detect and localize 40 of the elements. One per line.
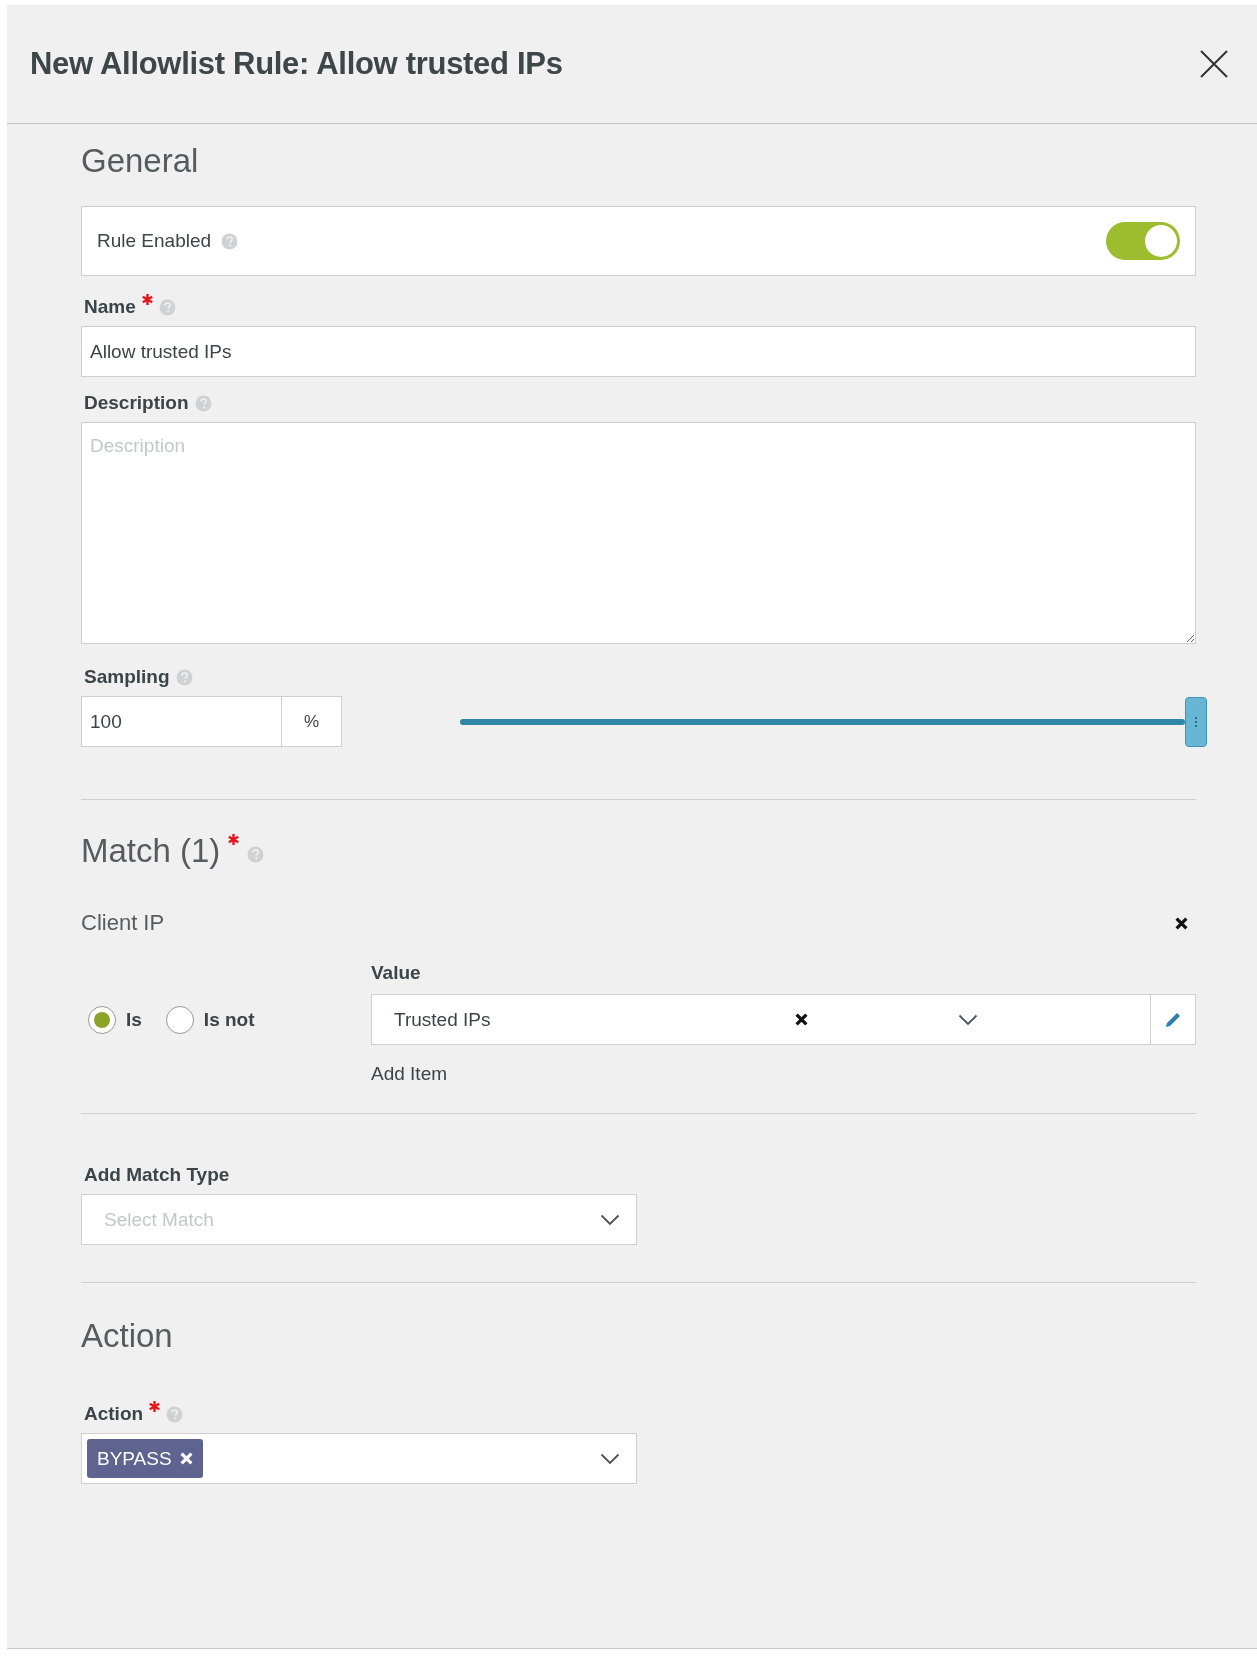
close-icon — [1199, 49, 1229, 79]
chevron-down-icon[interactable] — [600, 1452, 620, 1465]
radio-option[interactable]: Is not — [165, 1005, 255, 1034]
radio-option[interactable]: Is — [88, 1005, 142, 1034]
slider-handle[interactable] — [1185, 696, 1207, 747]
help-icon — [175, 668, 193, 686]
chevron-down-icon[interactable] — [958, 1013, 978, 1026]
field-label: Value — [371, 962, 422, 984]
radio-button[interactable] — [88, 1005, 116, 1034]
help-icon — [158, 298, 176, 316]
chevron-down-icon[interactable] — [600, 1213, 620, 1226]
add-item-link[interactable]: Add Item — [371, 1063, 448, 1085]
clear-icon[interactable] — [795, 1013, 808, 1026]
section-heading: General — [81, 142, 199, 180]
selected-value: Trusted IPs — [394, 1008, 492, 1031]
sampling-field[interactable]: 100 % — [81, 696, 342, 747]
remove-icon[interactable] — [1175, 916, 1188, 930]
help-icon — [194, 394, 212, 412]
field-label: Name — [84, 296, 136, 318]
value-select[interactable]: Trusted IPs — [371, 994, 1196, 1045]
text-field[interactable]: Allow trusted IPs — [81, 326, 1196, 377]
select-placeholder: Select Match — [103, 1208, 215, 1231]
help-icon — [221, 232, 239, 250]
section-heading: Match (1) — [81, 832, 221, 870]
select-field[interactable]: BYPASS — [81, 1433, 637, 1484]
description-field[interactable]: Description — [81, 422, 1196, 644]
help-icon — [166, 1405, 184, 1423]
help-icon — [247, 845, 265, 863]
field-label: Add Match Type — [84, 1164, 230, 1186]
field-label: Description — [84, 392, 189, 414]
section-heading: Action — [81, 1317, 173, 1355]
unit-label: % — [303, 711, 320, 732]
radio-button[interactable] — [165, 1005, 194, 1034]
condition-name: Client IP — [81, 910, 165, 936]
field-label: Sampling — [84, 666, 170, 688]
dialog-title: New Allowlist Rule: Allow trusted IPs — [30, 46, 563, 82]
tag-chip: BYPASS — [87, 1439, 203, 1478]
field-label: Action — [84, 1403, 144, 1425]
toggle-switch[interactable] — [1106, 222, 1180, 260]
toggle-label: Rule Enabled — [97, 230, 212, 252]
